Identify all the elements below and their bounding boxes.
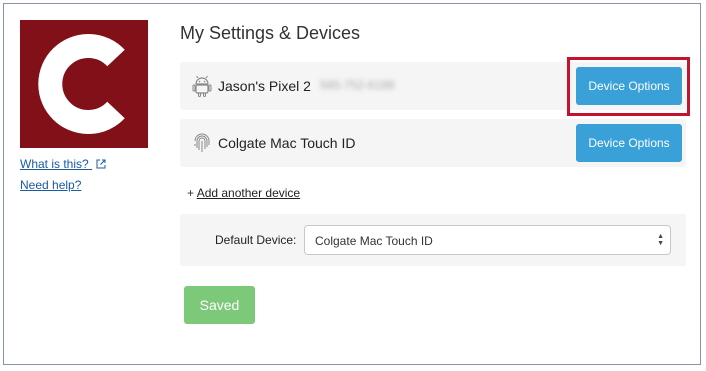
- highlight-box: [567, 57, 690, 116]
- default-device-select[interactable]: Colgate Mac Touch ID ▲ ▼: [304, 225, 671, 255]
- what-is-this-label: What is this?: [20, 157, 89, 171]
- page-title: My Settings & Devices: [180, 23, 361, 43]
- device-phone-number: 585-752-6188: [320, 78, 395, 92]
- device-name: Colgate Mac Touch ID: [218, 135, 356, 151]
- default-device-value: Colgate Mac Touch ID: [315, 234, 433, 248]
- colgate-logo: [20, 20, 148, 148]
- fingerprint-icon: [194, 133, 210, 152]
- device-options-button[interactable]: Device Options: [576, 124, 682, 162]
- device-name: Jason's Pixel 2: [218, 78, 311, 94]
- select-arrows-icon: ▲ ▼: [657, 233, 664, 247]
- android-icon: [192, 75, 212, 97]
- default-device-row: Default Device: Colgate Mac Touch ID ▲ ▼: [180, 214, 686, 266]
- need-help-link[interactable]: Need help?: [20, 178, 81, 192]
- device-row: Colgate Mac Touch ID Device Options: [180, 119, 686, 167]
- add-device-link[interactable]: Add another device: [197, 186, 300, 200]
- add-device-link-wrapper: + Add another device: [187, 186, 300, 200]
- plus-icon: +: [187, 186, 195, 200]
- default-device-label: Default Device:: [215, 233, 297, 247]
- external-link-icon: [96, 159, 106, 169]
- c-logo-icon: [38, 34, 125, 134]
- saved-button[interactable]: Saved: [184, 286, 255, 324]
- what-is-this-link[interactable]: What is this?: [20, 157, 106, 171]
